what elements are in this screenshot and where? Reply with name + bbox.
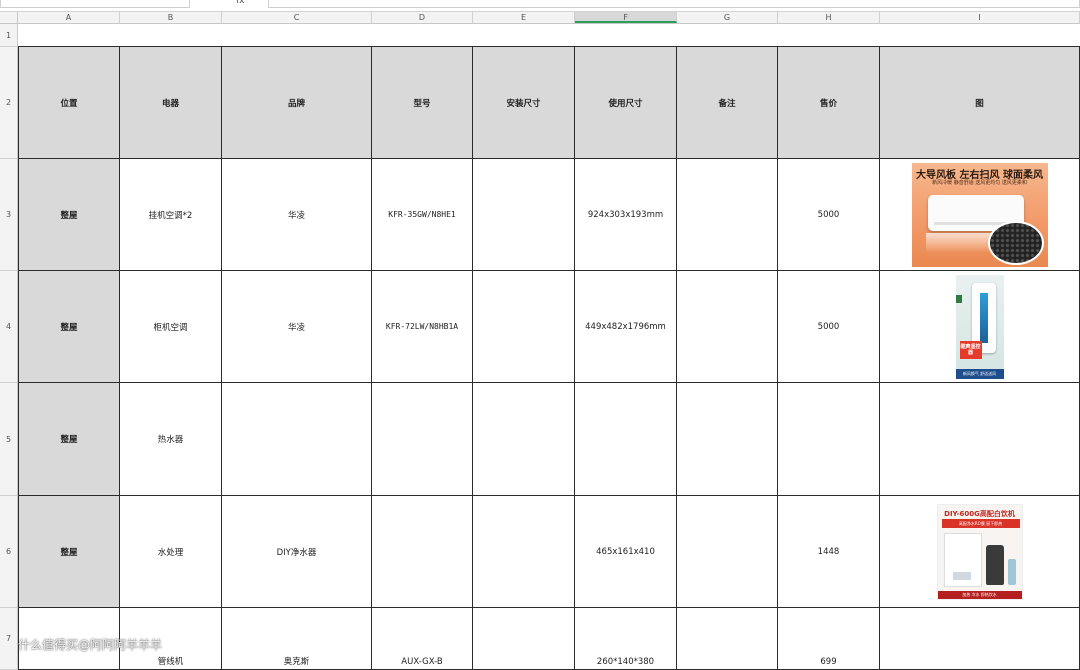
cell-price[interactable]: 5000 xyxy=(778,271,880,383)
cell-install-size[interactable] xyxy=(473,271,575,383)
cell-appliance[interactable]: 热水器 xyxy=(120,383,222,496)
header-notes[interactable]: 备注 xyxy=(677,47,778,159)
cell-install-size[interactable] xyxy=(473,496,575,608)
header-price[interactable]: 售价 xyxy=(778,47,880,159)
formula-bar: fx xyxy=(0,0,1080,12)
water-bottle xyxy=(1007,558,1016,585)
cell-price[interactable]: 1448 xyxy=(778,496,880,608)
cell-image[interactable]: DIY-600G高配白饮机 高配净水RO膜 厨下即热 加热 冷水 即热饮水 xyxy=(880,496,1080,608)
cell-notes[interactable] xyxy=(677,271,778,383)
cell-brand[interactable]: DIY净水器 xyxy=(222,496,372,608)
cell-appliance[interactable]: 水处理 xyxy=(120,496,222,608)
empty-row-1[interactable] xyxy=(18,24,1080,47)
cell-notes[interactable] xyxy=(677,159,778,271)
column-header-bar: A B C D E F G H I xyxy=(0,12,1080,24)
header-image[interactable]: 图 xyxy=(880,47,1080,159)
cell-model[interactable]: KFR-35GW/N8HE1 xyxy=(372,159,473,271)
cell-appliance[interactable]: 挂机空调*2 xyxy=(120,159,222,271)
column-header-i[interactable]: I xyxy=(880,12,1080,23)
purifier-footer: 加热 冷水 即热饮水 xyxy=(937,590,1022,599)
kettle xyxy=(985,544,1004,585)
cell-use-size[interactable]: 924x303x193mm xyxy=(575,159,677,271)
purifier-banner-text: 高配净水RO膜 厨下即热 xyxy=(958,520,1003,526)
ac-subline: 新风冷暖 静音舒适 送风更均匀 送风更柔和 xyxy=(932,179,1027,186)
cell-location[interactable]: 整屋 xyxy=(18,159,120,271)
cell-use-size[interactable]: 260*140*380 xyxy=(575,608,677,670)
cell-location[interactable]: 整屋 xyxy=(18,496,120,608)
column-header-f[interactable]: F xyxy=(575,12,677,23)
cell-brand[interactable] xyxy=(222,383,372,496)
cell-notes[interactable] xyxy=(677,383,778,496)
cell-location[interactable]: 整屋 xyxy=(18,271,120,383)
cell-image[interactable] xyxy=(880,383,1080,496)
tower-ac-photo[interactable]: 酷爽遥控器 新风换气 舒适送风 xyxy=(955,274,1004,379)
water-purifier-photo[interactable]: DIY-600G高配白饮机 高配净水RO膜 厨下即热 加热 冷水 即热饮水 xyxy=(936,503,1023,600)
name-box[interactable] xyxy=(0,0,190,8)
header-appliance[interactable]: 电器 xyxy=(120,47,222,159)
cell-appliance[interactable]: 柜机空调 xyxy=(120,271,222,383)
cell-image[interactable]: 大导风板 左右扫风 球面柔风 新风冷暖 静音舒适 送风更均匀 送风更柔和 xyxy=(880,159,1080,271)
cell-install-size[interactable] xyxy=(473,159,575,271)
purifier-headline: DIY-600G高配白饮机 xyxy=(944,509,1015,518)
row-header-3[interactable]: 3 xyxy=(0,159,18,271)
header-location[interactable]: 位置 xyxy=(18,47,120,159)
column-header-d[interactable]: D xyxy=(372,12,473,23)
tower-footer: 新风换气 舒适送风 xyxy=(955,368,1004,379)
header-model[interactable]: 型号 xyxy=(372,47,473,159)
header-brand[interactable]: 品牌 xyxy=(222,47,372,159)
watermark: 什么值得买@阿阿阿羊羊羊 xyxy=(18,638,163,652)
cell-brand[interactable]: 奥克斯 xyxy=(222,608,372,670)
cell-use-size[interactable]: 449x482x1796mm xyxy=(575,271,677,383)
row-header-7[interactable]: 7 xyxy=(0,608,18,670)
cell-brand[interactable]: 华凌 xyxy=(222,159,372,271)
formula-input[interactable] xyxy=(268,0,1080,8)
purifier-banner: 高配净水RO膜 厨下即热 xyxy=(941,518,1020,528)
row-header-5[interactable]: 5 xyxy=(0,383,18,496)
promo-badge: 酷爽遥控器 xyxy=(959,340,982,359)
edge-accent xyxy=(955,294,962,303)
row-header-2[interactable]: 2 xyxy=(0,47,18,159)
cell-model[interactable]: AUX-GX-B xyxy=(372,608,473,670)
column-header-b[interactable]: B xyxy=(120,12,222,23)
cell-model[interactable] xyxy=(372,496,473,608)
column-header-e[interactable]: E xyxy=(473,12,575,23)
tower-light-stripe xyxy=(979,292,988,343)
row-header-1[interactable]: 1 xyxy=(0,24,18,47)
row-header-6[interactable]: 6 xyxy=(0,496,18,608)
cell-price[interactable]: 5000 xyxy=(778,159,880,271)
cell-install-size[interactable] xyxy=(473,383,575,496)
cell-notes[interactable] xyxy=(677,608,778,670)
header-install-size[interactable]: 安装尺寸 xyxy=(473,47,575,159)
cell-brand[interactable]: 华凌 xyxy=(222,271,372,383)
cell-price[interactable]: 699 xyxy=(778,608,880,670)
cell-price[interactable] xyxy=(778,383,880,496)
row-header-4[interactable]: 4 xyxy=(0,271,18,383)
cell-use-size[interactable] xyxy=(575,383,677,496)
wall-ac-photo[interactable]: 大导风板 左右扫风 球面柔风 新风冷暖 静音舒适 送风更均匀 送风更柔和 xyxy=(911,162,1048,267)
header-use-size[interactable]: 使用尺寸 xyxy=(575,47,677,159)
column-header-g[interactable]: G xyxy=(677,12,778,23)
cell-model[interactable] xyxy=(372,383,473,496)
column-header-a[interactable]: A xyxy=(18,12,120,23)
select-all-corner[interactable] xyxy=(0,12,18,23)
fx-label: fx xyxy=(236,0,245,6)
cell-notes[interactable] xyxy=(677,496,778,608)
column-header-c[interactable]: C xyxy=(222,12,372,23)
cell-model[interactable]: KFR-72LW/N8HB1A xyxy=(372,271,473,383)
cell-use-size[interactable]: 465x161x410 xyxy=(575,496,677,608)
purifier-unit xyxy=(943,532,982,587)
cell-image[interactable] xyxy=(880,608,1080,670)
cell-install-size[interactable] xyxy=(473,608,575,670)
grille-closeup xyxy=(987,220,1044,265)
cell-location[interactable]: 整屋 xyxy=(18,383,120,496)
column-header-h[interactable]: H xyxy=(778,12,880,23)
cell-image[interactable]: 酷爽遥控器 新风换气 舒适送风 xyxy=(880,271,1080,383)
